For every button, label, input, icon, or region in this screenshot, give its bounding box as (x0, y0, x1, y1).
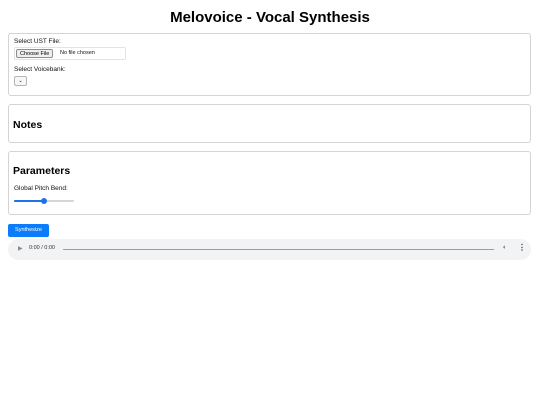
slider-fill (14, 200, 44, 202)
file-panel: Select UST File: Choose File No file cho… (8, 33, 531, 96)
audio-progress-bar[interactable] (63, 249, 494, 250)
more-vertical-icon[interactable]: ⋮ (518, 243, 526, 253)
file-status-text: No file chosen (60, 50, 95, 56)
pitch-bend-slider[interactable] (14, 198, 74, 204)
notes-heading: Notes (13, 119, 43, 131)
synthesize-button[interactable]: Synthesize (8, 224, 49, 237)
ust-file-input[interactable]: Choose File No file chosen (14, 47, 126, 60)
app-root: Melovoice - Vocal Synthesis Select UST F… (0, 0, 540, 405)
notes-panel: Notes (8, 104, 531, 143)
play-icon[interactable]: ▶ (18, 245, 23, 252)
parameters-heading: Parameters (13, 165, 71, 177)
voicebank-select[interactable]: ⌄ (14, 76, 27, 86)
voicebank-label: Select Voicebank: (14, 66, 66, 73)
ust-file-label: Select UST File: (14, 38, 61, 45)
page-title: Melovoice - Vocal Synthesis (170, 9, 370, 26)
pitch-bend-label: Global Pitch Bend: (14, 185, 68, 192)
parameters-panel: Parameters Global Pitch Bend: (8, 151, 531, 215)
volume-icon[interactable]: 🔈︎ (503, 244, 507, 252)
slider-thumb[interactable] (41, 198, 47, 204)
chevron-down-icon: ⌄ (18, 78, 23, 84)
choose-file-button[interactable]: Choose File (16, 49, 54, 58)
audio-time: 0:00 / 0:00 (29, 245, 55, 251)
audio-player: ▶ 0:00 / 0:00 🔈︎ ⋮ (8, 239, 531, 260)
